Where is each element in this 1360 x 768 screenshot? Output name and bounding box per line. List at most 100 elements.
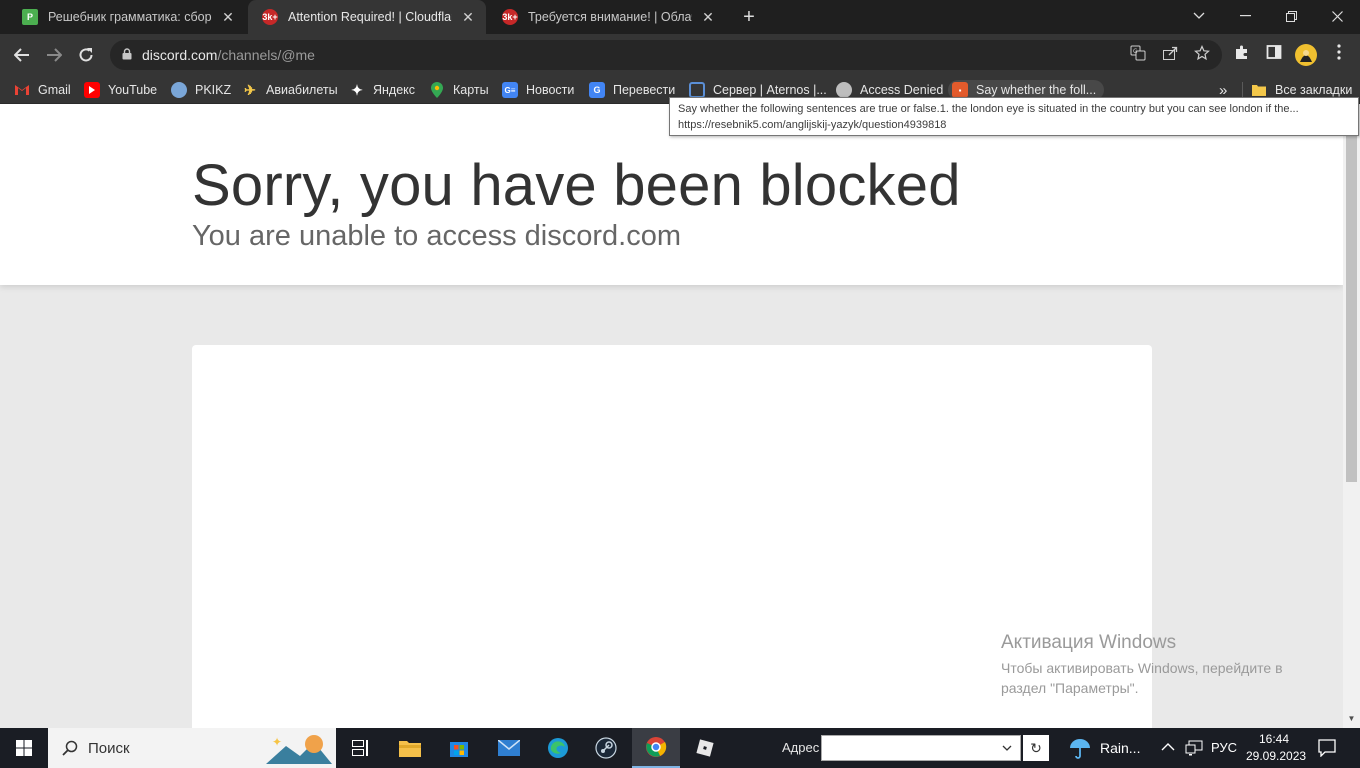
bookmark-label: Новости <box>526 83 575 97</box>
close-tab-icon[interactable]: ✕ <box>220 9 236 25</box>
tab-title: Требуется внимание! | Облачн <box>528 10 692 24</box>
yandex-icon: ✦ <box>351 81 363 98</box>
resebnik-favicon-icon: P <box>22 9 38 25</box>
bookmark-label: Сервер | Aternos |... <box>713 83 827 97</box>
task-view-icon[interactable] <box>337 728 385 768</box>
close-window-button[interactable] <box>1314 0 1360 32</box>
bookmark-star-icon[interactable] <box>1192 45 1212 65</box>
scroll-down-arrow-icon[interactable]: ▼ <box>1343 712 1360 726</box>
resebnik-icon: ▪ <box>952 82 968 98</box>
forward-button[interactable] <box>41 42 67 68</box>
new-tab-button[interactable]: + <box>738 6 760 28</box>
address-toolbar-label: Адрес <box>782 740 820 755</box>
plane-icon: ✈ <box>244 81 256 98</box>
tooltip-title: Say whether the following sentences are … <box>678 103 1299 115</box>
news-icon: G≡ <box>502 82 518 98</box>
weather-icon[interactable] <box>1068 737 1092 762</box>
bookmark-label: Авиабилеты <box>266 83 338 97</box>
bookmark-gmail[interactable]: Gmail <box>14 80 71 100</box>
close-tab-icon[interactable]: ✕ <box>460 9 476 25</box>
search-highlight-icon: ✦ <box>266 735 332 764</box>
globe-icon <box>836 82 852 98</box>
tab-title: Решебник грамматика: сборник <box>48 10 212 24</box>
bookmark-label: Яндекс <box>373 83 416 97</box>
clock-date[interactable]: 29.09.2023 <box>1246 749 1306 763</box>
page-subtitle: You are unable to access discord.com <box>192 220 681 252</box>
notifications-icon[interactable] <box>1318 739 1336 760</box>
youtube-icon <box>84 82 100 98</box>
tooltip-url: https://resebnik5.com/anglijskij-yazyk/q… <box>678 119 947 131</box>
profile-avatar[interactable] <box>1295 44 1317 66</box>
tab-strip: P Решебник грамматика: сборник ✕ 3k+ Att… <box>0 0 1360 34</box>
chevron-down-icon[interactable] <box>1002 745 1012 752</box>
translate-page-icon[interactable]: G <box>1128 45 1148 65</box>
bookmark-label: YouTube <box>108 83 158 97</box>
gmail-icon <box>14 82 30 98</box>
bookmark-news[interactable]: G≡ Новости <box>502 80 574 100</box>
bookmark-translate[interactable]: G Перевести <box>589 80 675 100</box>
windows-logo-icon <box>16 740 32 756</box>
tab-cloudflare[interactable]: 3k+ Attention Required! | Cloudflare ✕ <box>248 0 486 34</box>
translate-icon: G <box>589 82 605 98</box>
page-title: Sorry, you have been blocked <box>192 153 961 218</box>
tray-chevron-up-icon[interactable] <box>1161 738 1175 759</box>
tab-search-chevron-icon[interactable] <box>1176 0 1222 32</box>
language-indicator[interactable]: РУС <box>1211 740 1237 755</box>
cloudflare-favicon-icon: 3k+ <box>262 9 278 25</box>
bookmark-label: Перевести <box>613 83 676 97</box>
restore-button[interactable] <box>1268 0 1314 32</box>
address-bar[interactable]: discord.com/channels/@me G <box>110 40 1222 70</box>
address-toolbar-input[interactable] <box>821 735 1021 761</box>
share-icon[interactable] <box>1160 45 1180 65</box>
side-panel-icon[interactable] <box>1263 44 1285 66</box>
network-icon[interactable] <box>1185 740 1203 759</box>
svg-text:G: G <box>1133 48 1138 55</box>
bookmark-label: PKIKZ <box>195 83 232 97</box>
chrome-taskbar-icon[interactable] <box>632 728 680 768</box>
tab-resebnik[interactable]: P Решебник грамматика: сборник ✕ <box>8 0 246 34</box>
folder-icon <box>1251 82 1267 98</box>
address-go-button[interactable]: ↻ <box>1023 735 1049 761</box>
start-button[interactable] <box>0 728 48 768</box>
bookmark-label: Say whether the foll... <box>976 83 1097 97</box>
bookmark-label: Gmail <box>38 83 71 97</box>
menu-dots-icon[interactable] <box>1328 44 1350 66</box>
bookmark-yandex[interactable]: ✦ Яндекс <box>349 80 415 100</box>
roblox-icon[interactable] <box>681 728 729 768</box>
edge-icon[interactable] <box>534 728 582 768</box>
weather-text[interactable]: Rain... <box>1100 740 1140 756</box>
mail-icon[interactable] <box>485 728 533 768</box>
reload-button[interactable] <box>73 42 99 68</box>
taskbar-search-box[interactable]: Поиск ✦ <box>48 728 336 768</box>
lock-icon[interactable] <box>122 48 132 60</box>
minimize-button[interactable] <box>1222 0 1268 32</box>
maps-icon <box>429 82 445 98</box>
file-explorer-icon[interactable] <box>386 728 434 768</box>
scroll-thumb[interactable] <box>1346 134 1357 482</box>
bookmark-pkikz[interactable]: PKIKZ <box>171 80 231 100</box>
url-text[interactable]: discord.com/channels/@me <box>142 47 315 63</box>
cloudflare-favicon-icon: 3k+ <box>502 9 518 25</box>
search-placeholder: Поиск <box>88 739 130 757</box>
browser-toolbar: discord.com/channels/@me G <box>0 34 1360 76</box>
bookmarks-divider <box>1242 82 1243 98</box>
extensions-icon[interactable] <box>1231 44 1253 66</box>
bookmark-aviabilety[interactable]: ✈ Авиабилеты <box>242 80 338 100</box>
bookmark-maps[interactable]: Карты <box>429 80 489 100</box>
activation-line1: Чтобы активировать Windows, перейдите в <box>1001 660 1283 676</box>
back-button[interactable] <box>9 42 35 68</box>
tab-cloudflare-ru[interactable]: 3k+ Требуется внимание! | Облачн ✕ <box>488 0 726 34</box>
activation-title: Активация Windows <box>1001 632 1177 653</box>
activation-line2: раздел "Параметры". <box>1001 680 1139 696</box>
search-icon <box>62 740 78 756</box>
page-content: Sorry, you have been blocked You are una… <box>0 104 1343 728</box>
page-scrollbar[interactable]: ▲ ▼ <box>1343 104 1360 728</box>
tab-title: Attention Required! | Cloudflare <box>288 10 452 24</box>
microsoft-store-icon[interactable] <box>435 728 483 768</box>
bookmark-youtube[interactable]: YouTube <box>84 80 157 100</box>
aternos-icon <box>689 82 705 98</box>
windows-taskbar: Поиск ✦ Адрес ↻ Rain... РУС 16:44 29.09.… <box>0 728 1360 768</box>
clock-time[interactable]: 16:44 <box>1259 732 1289 746</box>
close-tab-icon[interactable]: ✕ <box>700 9 716 25</box>
steam-icon[interactable] <box>582 728 630 768</box>
